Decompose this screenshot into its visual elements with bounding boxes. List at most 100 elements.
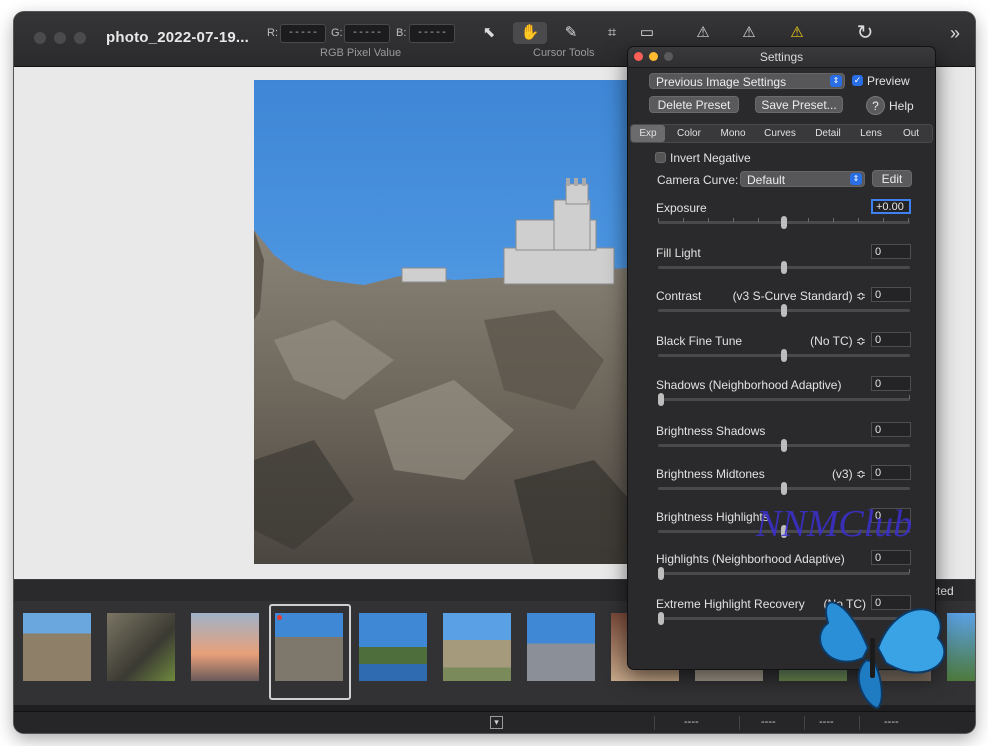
zoom-window-button[interactable]: [74, 32, 86, 44]
settings-titlebar: Settings: [628, 47, 935, 68]
slider-knob[interactable]: [781, 304, 787, 317]
slider-value-field[interactable]: 0: [871, 287, 911, 302]
slider-tick: [683, 218, 684, 222]
slider-tick: [733, 218, 734, 222]
slider-tick: [908, 218, 909, 222]
slider-label: Extreme Highlight Recovery: [656, 597, 805, 611]
slider-knob[interactable]: [658, 567, 664, 580]
g-value: -----: [344, 24, 390, 43]
slider-knob[interactable]: [781, 482, 787, 495]
tab-color[interactable]: Color: [669, 125, 709, 142]
slider-label: Black Fine Tune: [656, 334, 743, 348]
chevron-updown-icon: ⇕: [850, 173, 862, 185]
slider-knob[interactable]: [781, 439, 787, 452]
white-balance-icon[interactable]: ▭: [630, 22, 664, 44]
rotate-icon[interactable]: ↻: [848, 22, 882, 44]
status-divider: [739, 716, 740, 730]
slider-mode-select[interactable]: (No TC) ≎: [810, 334, 866, 348]
slider-label: Shadows (Neighborhood Adaptive): [656, 378, 842, 392]
shadow-warning-icon[interactable]: ⚠: [780, 22, 814, 44]
slider-label: Highlights (Neighborhood Adaptive): [656, 552, 845, 566]
slider-value-field[interactable]: 0: [871, 422, 911, 437]
preset-select[interactable]: Previous Image Settings ⇕: [649, 73, 845, 89]
slider-knob[interactable]: [658, 612, 664, 625]
status-value: ----: [761, 716, 776, 728]
slider-track[interactable]: [658, 398, 910, 401]
slider-tick: [758, 218, 759, 222]
slider-knob[interactable]: [781, 261, 787, 274]
status-divider: [859, 716, 860, 730]
collapse-icon[interactable]: ▾: [490, 716, 503, 729]
tab-curves[interactable]: Curves: [757, 125, 803, 142]
thumbnail[interactable]: [107, 613, 175, 681]
crop-icon[interactable]: ⌗: [595, 22, 629, 44]
slider-label: Brightness Shadows: [656, 424, 766, 438]
slider-value-field[interactable]: 0: [871, 465, 911, 480]
tab-mono[interactable]: Mono: [713, 125, 753, 142]
expand-icon[interactable]: »: [938, 22, 972, 44]
help-icon[interactable]: ?: [866, 96, 885, 115]
slider-label: Fill Light: [656, 246, 701, 260]
minimize-window-button[interactable]: [54, 32, 66, 44]
preview-checkbox[interactable]: ✓: [852, 75, 863, 86]
slider-tick: [658, 218, 659, 222]
slider-label: Brightness Midtones: [656, 467, 765, 481]
help-label: Help: [889, 99, 914, 113]
hand-icon[interactable]: ✋: [513, 22, 547, 44]
slider-end-tick: [909, 569, 910, 573]
slider-tick: [708, 218, 709, 222]
status-value: ----: [684, 716, 699, 728]
rgb-caption: RGB Pixel Value: [320, 47, 402, 59]
slider-tick: [883, 218, 884, 222]
edit-curve-button[interactable]: Edit: [872, 170, 912, 187]
tab-exp[interactable]: Exp: [631, 125, 665, 142]
slider-value-field[interactable]: 0: [871, 332, 911, 347]
slider-value-field[interactable]: 0: [871, 550, 911, 565]
slider-value-field[interactable]: 0: [871, 244, 911, 259]
preview-label: Preview: [867, 74, 910, 88]
highlight-warning-icon[interactable]: ⚠: [732, 22, 766, 44]
slider-value-field[interactable]: 0: [871, 376, 911, 391]
photo-illustration: [254, 178, 630, 564]
thumbnail[interactable]: [443, 613, 511, 681]
eyedropper-icon[interactable]: ✎: [554, 22, 588, 44]
r-label: R:: [267, 27, 278, 39]
b-label: B:: [396, 27, 407, 39]
settings-tabs: Exp Color Mono Curves Detail Lens Out: [630, 124, 933, 143]
flag-icon: [277, 615, 282, 620]
slider-label: Exposure: [656, 201, 707, 215]
close-window-button[interactable]: [34, 32, 46, 44]
slider-mode-select[interactable]: (v3 S-Curve Standard) ≎: [733, 289, 866, 303]
slider-knob[interactable]: [658, 393, 664, 406]
slider-value-field[interactable]: +0.00: [871, 199, 911, 214]
slider-tick: [808, 218, 809, 222]
thumbnail[interactable]: [23, 613, 91, 681]
butterfly-logo: [819, 601, 946, 710]
clipping-warning-icon[interactable]: ⚠: [686, 22, 720, 44]
camera-curve-value: Default: [747, 173, 786, 187]
camera-curve-select[interactable]: Default ⇕: [740, 171, 865, 187]
b-value: -----: [409, 24, 455, 43]
tab-out[interactable]: Out: [893, 125, 929, 142]
window-title: photo_2022-07-19...: [106, 29, 250, 46]
save-preset-button[interactable]: Save Preset...: [755, 96, 843, 113]
slider-track[interactable]: [658, 572, 910, 575]
slider-knob[interactable]: [781, 349, 787, 362]
invert-negative-checkbox[interactable]: [655, 152, 666, 163]
thumbnail[interactable]: [359, 613, 427, 681]
thumbnail-selected[interactable]: [275, 613, 343, 681]
slider-tick: [833, 218, 834, 222]
delete-preset-button[interactable]: Delete Preset: [649, 96, 739, 113]
status-divider: [654, 716, 655, 730]
arrow-icon[interactable]: ⬉: [472, 22, 506, 44]
cursor-tools-caption: Cursor Tools: [533, 47, 595, 59]
settings-panel: Settings Previous Image Settings ⇕ ✓ Pre…: [627, 46, 936, 670]
slider-label: Contrast: [656, 289, 702, 303]
thumbnail[interactable]: [191, 613, 259, 681]
g-label: G:: [331, 27, 343, 39]
tab-detail[interactable]: Detail: [807, 125, 849, 142]
slider-knob[interactable]: [781, 216, 787, 229]
thumbnail[interactable]: [527, 613, 595, 681]
slider-mode-select[interactable]: (v3) ≎: [832, 467, 866, 481]
tab-lens[interactable]: Lens: [853, 125, 889, 142]
